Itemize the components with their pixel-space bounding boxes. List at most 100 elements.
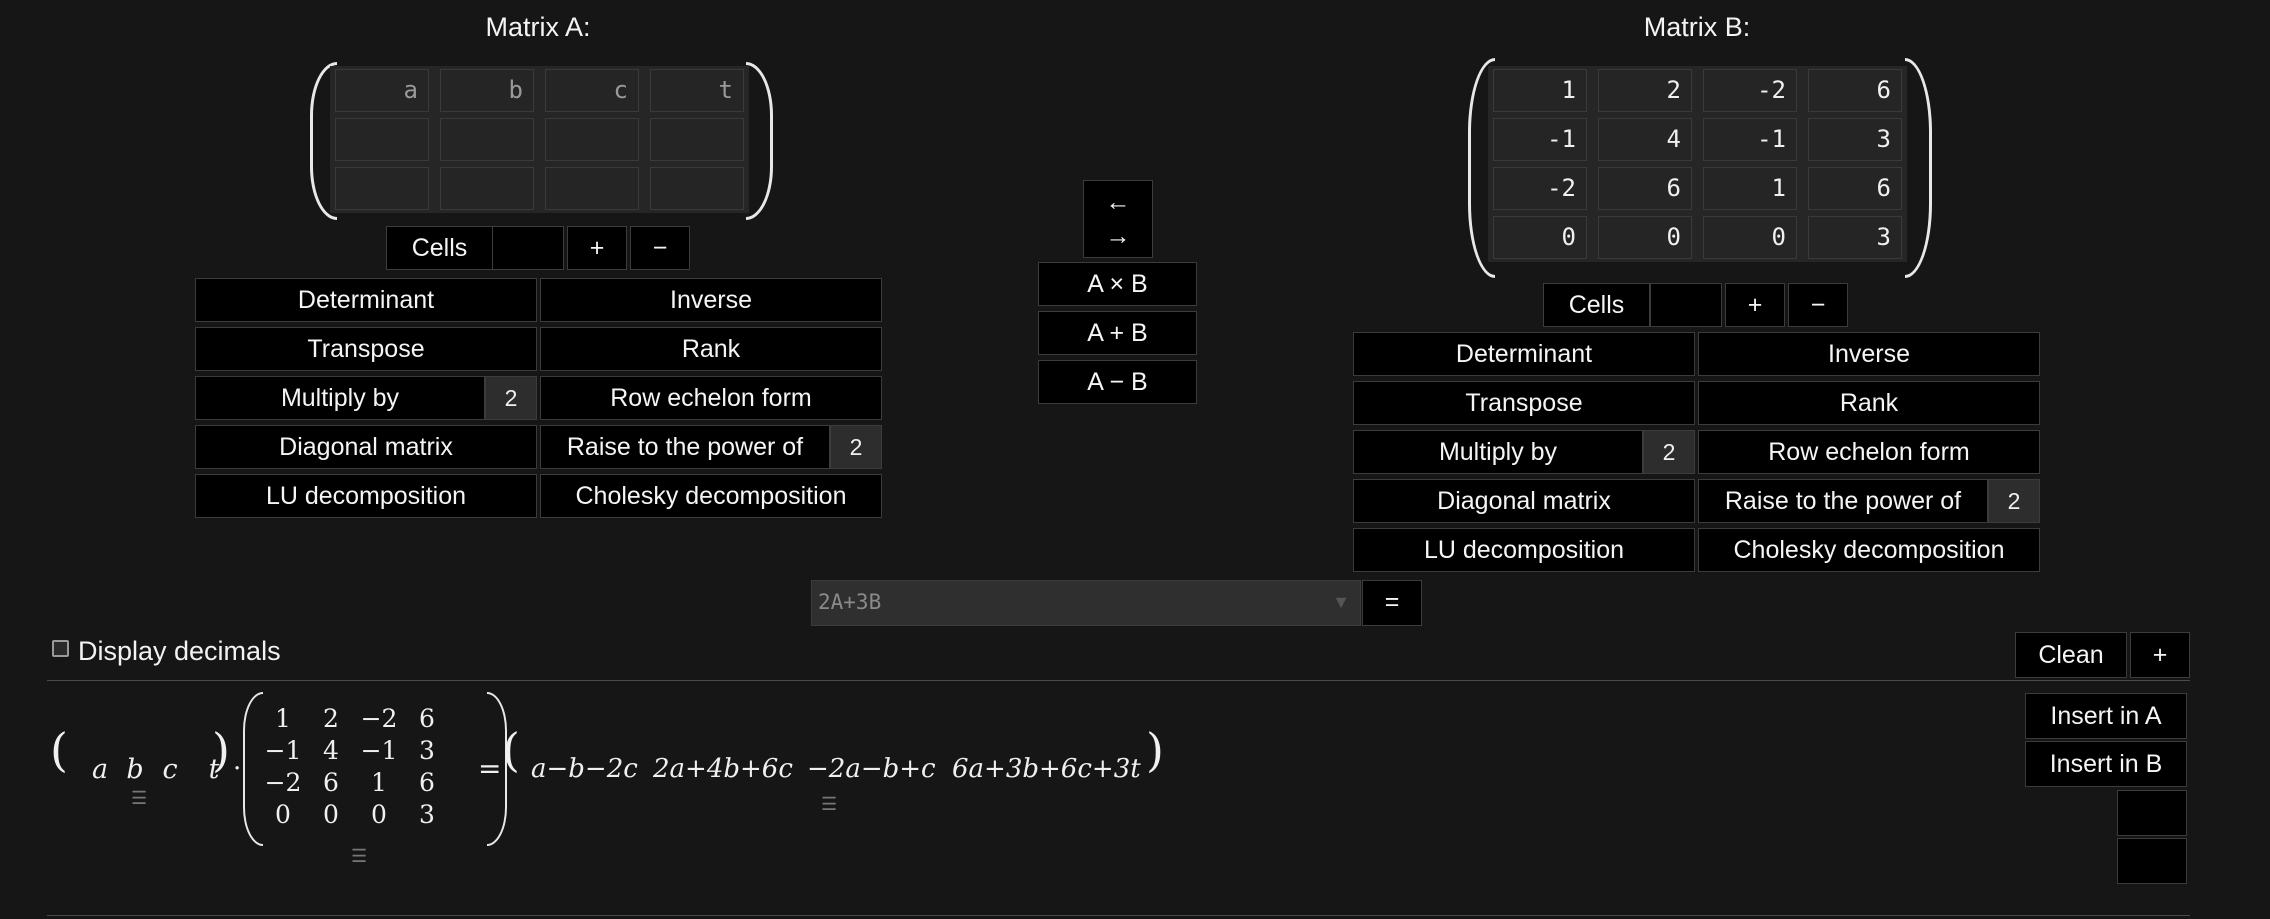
drag-handle-icon[interactable]: ☰ (351, 846, 367, 867)
drag-handle-icon[interactable]: ☰ (821, 794, 837, 815)
matrix-a-title: Matrix A: (485, 12, 591, 42)
matrix-a-cell[interactable] (650, 118, 744, 161)
matrix-a-diagonal-button[interactable]: Diagonal matrix (195, 425, 537, 469)
matrix-a-inverse-button[interactable]: Inverse (540, 278, 882, 322)
matrix-b-cell[interactable]: 6 (1808, 69, 1902, 112)
matrix-b-multiply-value-input[interactable]: 2 (1643, 430, 1695, 474)
display-decimals-label[interactable]: Display decimals (78, 636, 281, 667)
matrix-a-cell[interactable]: a (335, 69, 429, 112)
matrix-a-power-value-input[interactable]: 2 (830, 425, 882, 469)
matrix-a-multiply-by-button[interactable]: Multiply by (195, 376, 485, 420)
dropdown-arrow-icon[interactable]: ▼ (1332, 592, 1350, 613)
matrix-a-cell[interactable] (650, 167, 744, 210)
matrix-b-determinant-button[interactable]: Determinant (1353, 332, 1695, 376)
matrix-a-cholesky-button[interactable]: Cholesky decomposition (540, 474, 882, 518)
matrix-b-rank-button[interactable]: Rank (1698, 381, 2040, 425)
matrix-a-cell[interactable]: t (650, 69, 744, 112)
a-minus-b-button[interactable]: A − B (1038, 360, 1197, 404)
equals-sign: = (478, 752, 502, 785)
result-matrix-cell: 0 (371, 800, 387, 829)
matrix-b-cells-input[interactable] (1650, 283, 1722, 327)
matrix-b-transpose-button[interactable]: Transpose (1353, 381, 1695, 425)
display-decimals-checkbox[interactable] (52, 640, 69, 657)
add-row-button[interactable]: + (2130, 632, 2190, 678)
result-action-button[interactable] (2117, 838, 2187, 884)
matrix-b-cells-label: Cells (1543, 283, 1650, 327)
matrix-b-title: Matrix B: (1643, 12, 1751, 42)
clean-button[interactable]: Clean (2015, 632, 2127, 678)
output-left-paren: ( (502, 723, 520, 777)
matrix-b-cell[interactable]: 1 (1493, 69, 1587, 112)
matrix-b-grid: 1 2 -2 6 -1 4 -1 3 -2 6 1 6 0 0 0 3 (1488, 66, 1907, 262)
drag-handle-icon[interactable]: ☰ (131, 788, 147, 809)
matrix-b-lu-button[interactable]: LU decomposition (1353, 528, 1695, 572)
a-times-b-button[interactable]: A × B (1038, 262, 1197, 306)
matrix-a-cell[interactable] (440, 118, 534, 161)
matrix-b-cell[interactable]: -2 (1703, 69, 1797, 112)
matrix-b-multiply-by-button[interactable]: Multiply by (1353, 430, 1643, 474)
vector-right-paren: ) (212, 723, 230, 777)
result-matrix-cell: 1 (371, 768, 387, 797)
matrix-b-cell[interactable]: -1 (1703, 118, 1797, 161)
matrix-a-cell[interactable] (545, 167, 639, 210)
matrix-b-cell[interactable]: -2 (1493, 167, 1587, 210)
matrix-b-cell[interactable]: 0 (1598, 216, 1692, 259)
matrix-b-cell[interactable]: 1 (1703, 167, 1797, 210)
divider-top (47, 680, 2190, 681)
matrix-a-right-bracket (746, 62, 773, 220)
vector-entry: b (126, 754, 144, 785)
evaluate-button[interactable]: = (1362, 580, 1422, 626)
matrix-b-diagonal-button[interactable]: Diagonal matrix (1353, 479, 1695, 523)
matrix-a-rank-button[interactable]: Rank (540, 327, 882, 371)
matrix-b-remove-cells-button[interactable]: − (1788, 283, 1848, 327)
matrix-b-cell[interactable]: 3 (1808, 216, 1902, 259)
matrix-a-multiply-value-input[interactable]: 2 (485, 376, 537, 420)
insert-in-b-button[interactable]: Insert in B (2025, 741, 2187, 787)
matrix-b-add-cells-button[interactable]: + (1725, 283, 1785, 327)
swap-matrices-button[interactable]: ← → (1083, 180, 1153, 258)
matrix-a-determinant-button[interactable]: Determinant (195, 278, 537, 322)
matrix-a-row-echelon-button[interactable]: Row echelon form (540, 376, 882, 420)
matrix-b-cell[interactable]: 0 (1493, 216, 1587, 259)
matrix-b-cell[interactable]: 2 (1598, 69, 1692, 112)
matrix-a-cell[interactable]: b (440, 69, 534, 112)
result-matrix-cell: 3 (419, 736, 435, 765)
result-matrix-cell: −1 (264, 736, 302, 765)
matrix-b-cholesky-button[interactable]: Cholesky decomposition (1698, 528, 2040, 572)
matrix-b-row-echelon-button[interactable]: Row echelon form (1698, 430, 2040, 474)
result-matrix-grid: 1 2 −2 6 −1 4 −1 3 −2 6 1 6 0 0 0 3 (259, 704, 451, 829)
matrix-a-remove-cells-button[interactable]: − (630, 226, 690, 270)
result-matrix-cell: 6 (419, 768, 435, 797)
arrow-right-icon: → (1105, 222, 1131, 250)
result-matrix-cell: 1 (275, 704, 291, 733)
result-matrix-cell: 0 (275, 800, 291, 829)
matrix-a-cell[interactable] (440, 167, 534, 210)
insert-in-a-button[interactable]: Insert in A (2025, 693, 2187, 739)
matrix-b-inverse-button[interactable]: Inverse (1698, 332, 2040, 376)
matrix-a-cells-input[interactable] (492, 226, 564, 270)
output-entry: a−b−2c (531, 754, 638, 784)
matrix-b-power-button[interactable]: Raise to the power of (1698, 479, 1988, 523)
matrix-a-power-button[interactable]: Raise to the power of (540, 425, 830, 469)
matrix-b-cell[interactable]: 0 (1703, 216, 1797, 259)
matrix-a-cell[interactable] (335, 118, 429, 161)
matrix-a-cell[interactable]: c (545, 69, 639, 112)
matrix-b-cell[interactable]: 6 (1808, 167, 1902, 210)
result-matrix-cell: 4 (323, 736, 339, 765)
result-matrix-cell: 0 (323, 800, 339, 829)
matrix-a-cell[interactable] (545, 118, 639, 161)
output-entry: −2a−b+c (807, 754, 936, 784)
matrix-b-cell[interactable]: 6 (1598, 167, 1692, 210)
matrix-a-lu-button[interactable]: LU decomposition (195, 474, 537, 518)
a-plus-b-button[interactable]: A + B (1038, 311, 1197, 355)
matrix-a-add-cells-button[interactable]: + (567, 226, 627, 270)
result-action-button[interactable] (2117, 790, 2187, 836)
matrix-b-cell[interactable]: -1 (1493, 118, 1587, 161)
matrix-b-power-value-input[interactable]: 2 (1988, 479, 2040, 523)
matrix-a-cell[interactable] (335, 167, 429, 210)
matrix-a-transpose-button[interactable]: Transpose (195, 327, 537, 371)
matrix-b-cell[interactable]: 4 (1598, 118, 1692, 161)
matrix-b-cell[interactable]: 3 (1808, 118, 1902, 161)
dot-operator: · (233, 754, 242, 784)
expression-input[interactable]: 2A+3B ▼ (811, 580, 1361, 626)
